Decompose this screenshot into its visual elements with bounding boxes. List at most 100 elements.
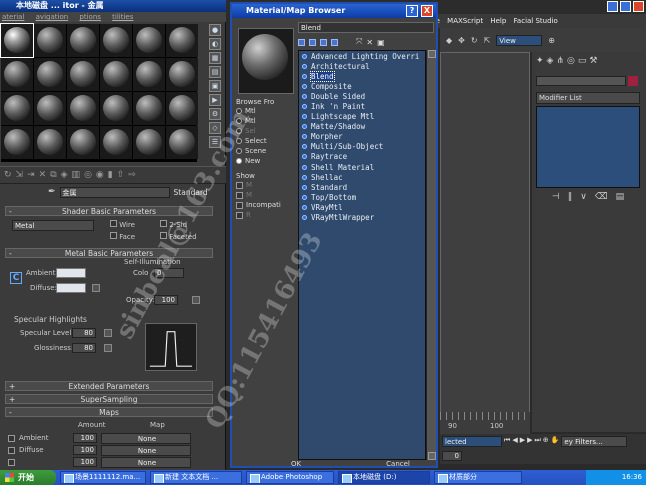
- map-ambient-checkbox[interactable]: [8, 434, 15, 442]
- material-type-item[interactable]: Ink 'n Paint: [299, 101, 425, 111]
- diffuse-color-swatch[interactable]: [56, 283, 86, 293]
- browser-search-field[interactable]: Blend: [298, 22, 434, 33]
- menu-facial-studio[interactable]: Facial Studio: [514, 17, 558, 25]
- self-illum-color-spinner[interactable]: 0: [154, 268, 184, 278]
- go-start-icon[interactable]: ⏮: [504, 436, 510, 449]
- video-check-icon[interactable]: ▣: [209, 80, 221, 92]
- options-icon[interactable]: ⚙: [209, 108, 221, 120]
- delete-from-library-icon[interactable]: ✕: [366, 38, 373, 47]
- taskbar-task-button[interactable]: 新建 文本文档 ...: [150, 471, 242, 484]
- scroll-up-button[interactable]: [428, 50, 436, 58]
- wire-checkbox[interactable]: [110, 220, 117, 227]
- material-type-item[interactable]: Morpher: [299, 132, 425, 142]
- get-material-icon[interactable]: ↻: [4, 170, 12, 180]
- pivot-icon[interactable]: ⊕: [548, 36, 555, 45]
- map-diffuse-checkbox[interactable]: [8, 446, 15, 454]
- material-sample-slot[interactable]: [34, 58, 66, 91]
- material-type-item[interactable]: Lightscape Mtl: [299, 112, 425, 122]
- motion-tab-icon[interactable]: ◎: [567, 56, 575, 66]
- material-sample-slot[interactable]: [133, 92, 165, 125]
- prev-frame-icon[interactable]: ◀: [512, 436, 517, 449]
- menu-help[interactable]: Help: [490, 17, 506, 25]
- material-type-item[interactable]: Composite: [299, 81, 425, 91]
- browse-selected-radio[interactable]: Select: [236, 136, 294, 146]
- material-sample-slot[interactable]: [1, 126, 33, 159]
- make-unique-icon[interactable]: ◈: [61, 170, 68, 180]
- specular-level-map-button[interactable]: [104, 329, 112, 337]
- face-map-checkbox[interactable]: [110, 232, 117, 239]
- uv-tiling-icon[interactable]: ▤: [209, 66, 221, 78]
- pick-material-icon[interactable]: ✒: [48, 187, 56, 197]
- material-sample-slot[interactable]: [166, 126, 198, 159]
- next-frame-icon[interactable]: ▶: [527, 436, 532, 449]
- menu-utilities[interactable]: tilities: [112, 13, 133, 21]
- material-sample-slot[interactable]: [1, 92, 33, 125]
- material-type-item[interactable]: Multi/Sub-Object: [299, 142, 425, 152]
- material-type-item[interactable]: Standard: [299, 182, 425, 192]
- pin-stack-icon[interactable]: ⊣: [552, 192, 560, 206]
- material-type-item[interactable]: Shell Material: [299, 162, 425, 172]
- menu-options[interactable]: ptions: [79, 13, 101, 21]
- put-to-scene-icon[interactable]: ⇲: [16, 170, 24, 180]
- browse-mtl-library-radio[interactable]: Mtl: [236, 106, 294, 116]
- rotate-icon[interactable]: ↻: [471, 36, 478, 45]
- material-sample-slot[interactable]: [34, 126, 66, 159]
- map-specular-amount[interactable]: 100: [73, 457, 97, 467]
- glossiness-spinner[interactable]: 80: [72, 343, 96, 353]
- taskbar-task-button[interactable]: 场景1111112.ma...: [60, 471, 146, 484]
- view-large-icons-icon[interactable]: [331, 38, 338, 46]
- object-name-field[interactable]: [536, 76, 626, 86]
- show-maps-checkbox[interactable]: M: [236, 190, 294, 200]
- view-list-icon[interactable]: [298, 38, 305, 46]
- browse-active-slot-radio[interactable]: Sel: [236, 126, 294, 136]
- sample-type-icon[interactable]: ●: [209, 24, 221, 36]
- supersampling-rollout[interactable]: + SuperSampling: [5, 394, 213, 404]
- background-icon[interactable]: ▦: [209, 52, 221, 64]
- material-sample-slot[interactable]: [0, 23, 34, 58]
- utilities-tab-icon[interactable]: ⚒: [589, 56, 597, 66]
- view-list-icons-icon[interactable]: [309, 38, 316, 46]
- diffuse-map-button[interactable]: [92, 284, 100, 292]
- browser-cancel-button[interactable]: Cancel: [360, 460, 436, 470]
- view-small-icons-icon[interactable]: [320, 38, 327, 46]
- material-sample-slot[interactable]: [166, 92, 198, 125]
- hierarchy-tab-icon[interactable]: ⋔: [556, 56, 564, 66]
- map-ambient-amount[interactable]: 100: [73, 433, 97, 443]
- viewport[interactable]: [440, 52, 530, 432]
- scroll-down-button[interactable]: [428, 452, 436, 460]
- metal-basic-parameters-rollout[interactable]: - Metal Basic Parameters: [5, 248, 213, 258]
- material-sample-slot[interactable]: [67, 126, 99, 159]
- snap-icon[interactable]: ◆: [446, 36, 452, 45]
- browser-close-button[interactable]: X: [421, 5, 433, 17]
- material-sample-slot[interactable]: [100, 58, 132, 91]
- map-ambient-button[interactable]: None: [101, 432, 191, 444]
- map-specular-button[interactable]: None: [101, 456, 191, 468]
- zoom-icon[interactable]: ⊕: [543, 436, 549, 449]
- timeline[interactable]: 90 100: [440, 412, 530, 434]
- material-type-item[interactable]: Advanced Lighting Overri: [299, 51, 425, 61]
- max-restore-button[interactable]: [620, 1, 631, 12]
- material-sample-slot[interactable]: [166, 58, 198, 91]
- material-sample-slot[interactable]: [100, 92, 132, 125]
- start-button[interactable]: 开始: [0, 470, 56, 485]
- extended-parameters-rollout[interactable]: + Extended Parameters: [5, 381, 213, 391]
- lock-ambient-diffuse-icon[interactable]: C: [10, 272, 22, 284]
- menu-material[interactable]: aterial: [2, 13, 24, 21]
- glossiness-map-button[interactable]: [104, 344, 112, 352]
- make-unique-stack-icon[interactable]: ∨: [580, 192, 587, 206]
- material-sample-slot[interactable]: [34, 24, 66, 57]
- max-close-button[interactable]: [633, 1, 644, 12]
- material-navigator-icon[interactable]: ☰: [209, 136, 221, 148]
- material-sample-slot[interactable]: [133, 126, 165, 159]
- material-sample-slot[interactable]: [133, 58, 165, 91]
- browse-scene-radio[interactable]: Scene: [236, 146, 294, 156]
- material-sample-slot[interactable]: [100, 126, 132, 159]
- make-copy-icon[interactable]: ⧉: [50, 170, 56, 180]
- make-preview-icon[interactable]: ▶: [209, 94, 221, 106]
- modifier-stack[interactable]: [536, 106, 640, 188]
- go-end-icon[interactable]: ⏭: [534, 436, 540, 449]
- opacity-map-button[interactable]: [192, 296, 200, 304]
- update-scene-icon[interactable]: ⤧: [356, 37, 362, 47]
- map-specular-checkbox[interactable]: [8, 458, 15, 466]
- create-tab-icon[interactable]: ✦: [536, 56, 544, 66]
